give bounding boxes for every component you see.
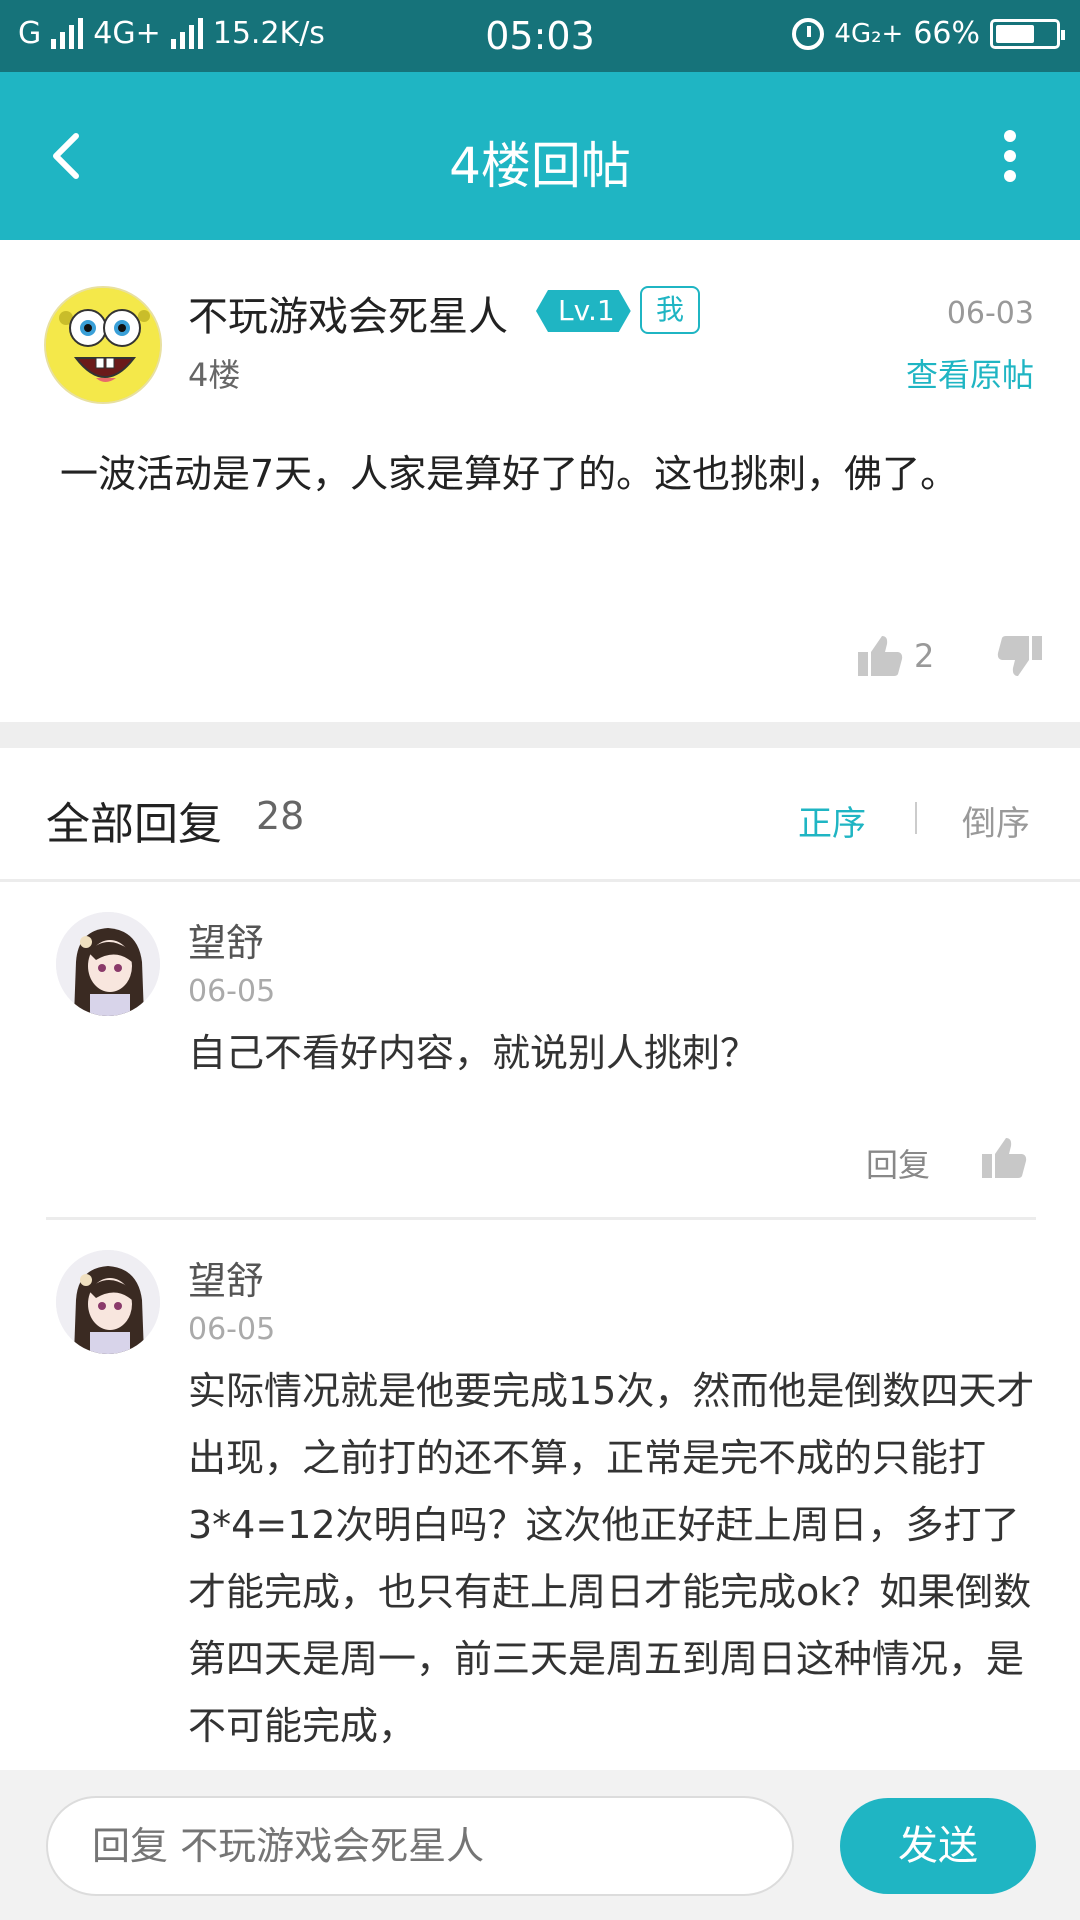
level-badge: Lv.1	[536, 290, 631, 332]
battery-icon	[990, 18, 1065, 49]
network-label-2: 4G₂+	[834, 18, 904, 49]
sort-divider	[915, 802, 917, 834]
replies-count: 28	[256, 794, 305, 838]
avatar[interactable]	[56, 1250, 160, 1354]
reply-text: 实际情况就是他要完成15次，然而他是倒数四天才出现，之前打的还不算，正常是完不成…	[188, 1369, 1035, 1748]
section-gap	[0, 722, 1080, 748]
more-button[interactable]	[980, 116, 1040, 196]
status-bar: G 4G+ 15.2K/s 05:03 4G₂+ 66%	[0, 0, 1080, 72]
like-button[interactable]: 2	[856, 632, 934, 680]
post-author-name[interactable]: 不玩游戏会死星人	[188, 284, 508, 342]
thumbs-up-icon	[982, 1138, 1027, 1178]
sort-descending-tab[interactable]: 倒序	[962, 796, 1030, 845]
reply-input[interactable]	[46, 1796, 794, 1896]
main-post: 不玩游戏会死星人 Lv.1 我 06-03 4楼 查看原帖 一波活动是7天，人家…	[0, 240, 1080, 722]
battery-percent: 66%	[913, 16, 980, 51]
avatar[interactable]	[56, 912, 160, 1016]
like-button[interactable]	[980, 1134, 1028, 1186]
replies-header: 全部回复 28 正序 倒序	[0, 748, 1080, 882]
replies-title: 全部回复	[46, 799, 222, 850]
more-vertical-icon	[1004, 130, 1016, 182]
sort-ascending-tab[interactable]: 正序	[798, 796, 866, 845]
alarm-icon	[792, 17, 825, 50]
me-badge: 我	[640, 286, 700, 334]
reply-author[interactable]: 望舒	[188, 1250, 264, 1305]
thumbs-down-icon	[997, 636, 1042, 676]
like-count: 2	[914, 637, 935, 675]
reply-item: 望舒 06-05 自己不看好内容，就说别人挑刺？ 回复	[0, 882, 1080, 1220]
reply-date: 06-05	[188, 1312, 276, 1347]
view-original-link[interactable]: 查看原帖	[906, 350, 1034, 396]
reply-author[interactable]: 望舒	[188, 912, 264, 967]
reply-item: 望舒 06-05 实际情况就是他要完成15次，然而他是倒数四天才出现，之前打的还…	[0, 1220, 1080, 1770]
app-bar: 4楼回帖	[0, 72, 1080, 240]
reply-text: 自己不看好内容，就说别人挑刺？	[188, 1031, 759, 1075]
avatar[interactable]	[44, 286, 162, 404]
reply-button[interactable]: 回复	[866, 1140, 930, 1186]
status-right: 4G₂+ 66%	[792, 16, 1065, 51]
send-button[interactable]: 发送	[840, 1798, 1036, 1894]
post-date: 06-03	[946, 296, 1034, 331]
post-body: 一波活动是7天，人家是算好了的。这也挑刺，佛了。	[60, 452, 959, 496]
bottom-reply-bar: 发送	[0, 1770, 1080, 1920]
page-title: 4楼回帖	[449, 137, 631, 195]
dislike-button[interactable]	[996, 632, 1044, 684]
reply-date: 06-05	[188, 974, 276, 1009]
thumbs-up-icon	[858, 636, 903, 676]
post-floor: 4楼	[188, 356, 241, 394]
